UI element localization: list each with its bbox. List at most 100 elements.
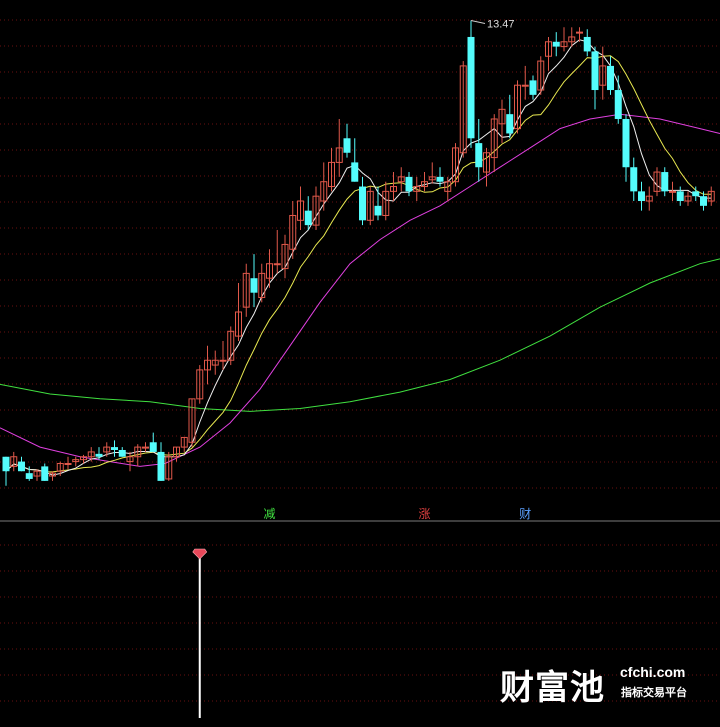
candle xyxy=(444,176,452,202)
candle-body xyxy=(552,41,560,47)
candle xyxy=(266,249,273,288)
candle xyxy=(188,398,196,448)
candle xyxy=(297,186,304,230)
stock-chart: 13.47 减 涨 财 xyxy=(0,19,720,718)
candle xyxy=(645,186,653,211)
grid-lines xyxy=(0,19,720,702)
candle xyxy=(10,451,18,472)
diamond-icon xyxy=(192,548,208,560)
peak-leader xyxy=(470,20,486,25)
candle-body xyxy=(149,442,157,452)
candle xyxy=(126,451,134,472)
candle-body xyxy=(374,205,382,216)
candle xyxy=(421,172,428,192)
candle xyxy=(2,456,10,486)
candle xyxy=(196,365,204,404)
candle xyxy=(304,196,312,230)
candle xyxy=(622,114,630,182)
watermark-brand: 财富池 xyxy=(500,668,605,708)
candle-body xyxy=(351,162,359,182)
candle-body xyxy=(638,191,645,202)
candle xyxy=(103,442,111,457)
candle xyxy=(583,29,591,57)
ma5-line xyxy=(5,39,712,476)
candle xyxy=(576,27,583,42)
candle xyxy=(692,186,700,202)
candle xyxy=(521,65,529,100)
candle xyxy=(653,167,661,197)
candle xyxy=(111,440,118,457)
candle xyxy=(64,456,72,470)
candle-body xyxy=(273,263,281,266)
candle xyxy=(630,157,638,202)
candle xyxy=(18,456,25,472)
candle xyxy=(343,123,351,158)
candle xyxy=(490,114,498,173)
candle xyxy=(312,186,320,230)
indicator-panel xyxy=(192,548,208,718)
candle xyxy=(118,447,126,457)
candle xyxy=(351,138,359,182)
candle-body xyxy=(661,172,669,192)
watermark-tagline: 指标交易平台 xyxy=(621,686,687,699)
candle xyxy=(374,186,382,221)
candle-body xyxy=(2,456,10,472)
candle xyxy=(529,75,537,100)
candle xyxy=(467,20,475,148)
candle xyxy=(684,191,692,206)
candle xyxy=(397,167,405,192)
candle-body xyxy=(436,176,444,182)
candle xyxy=(281,234,289,279)
candle xyxy=(273,229,281,274)
candle xyxy=(33,469,41,481)
candle-body xyxy=(95,453,103,457)
candle xyxy=(180,436,188,452)
ma10-line xyxy=(5,55,712,473)
candle-body xyxy=(25,473,33,479)
candle-body xyxy=(467,36,475,139)
candle xyxy=(552,32,560,57)
candle xyxy=(390,172,397,202)
candle xyxy=(258,263,266,303)
candle-body xyxy=(64,463,72,466)
candle xyxy=(41,463,49,481)
candle xyxy=(545,36,552,71)
candle xyxy=(204,345,211,385)
candle-body xyxy=(157,451,165,481)
candle-body xyxy=(576,31,583,34)
candle xyxy=(428,162,436,184)
signal-labels: 减涨财 xyxy=(264,506,532,521)
candle-body xyxy=(41,466,49,481)
candle-body xyxy=(622,118,630,168)
candle xyxy=(289,201,297,259)
candle-body xyxy=(630,167,638,192)
candle xyxy=(669,181,676,202)
candle-body xyxy=(506,114,514,134)
candle xyxy=(475,118,483,182)
candle-body xyxy=(583,36,591,52)
candle-body xyxy=(111,447,118,450)
candle-body xyxy=(219,359,227,362)
candle xyxy=(335,118,343,177)
candlesticks xyxy=(2,20,715,486)
candle xyxy=(506,94,514,139)
candle xyxy=(142,442,149,452)
candle-body xyxy=(142,446,149,449)
candle-body xyxy=(118,449,126,457)
candle xyxy=(250,254,258,308)
candle xyxy=(661,167,669,197)
signal-label: 减 xyxy=(264,507,276,521)
candle-body xyxy=(405,176,413,192)
candle-body xyxy=(18,461,25,472)
ma60-line xyxy=(0,258,720,412)
candle xyxy=(452,143,459,187)
candle-body xyxy=(692,191,700,197)
ma30-line xyxy=(0,113,720,467)
candle-body xyxy=(676,191,684,202)
candle xyxy=(165,451,173,481)
candle xyxy=(459,61,467,158)
candle-body xyxy=(591,51,599,91)
watermark-url: cfchi.com xyxy=(620,664,686,680)
candle xyxy=(537,56,545,95)
candle-body xyxy=(343,138,351,153)
